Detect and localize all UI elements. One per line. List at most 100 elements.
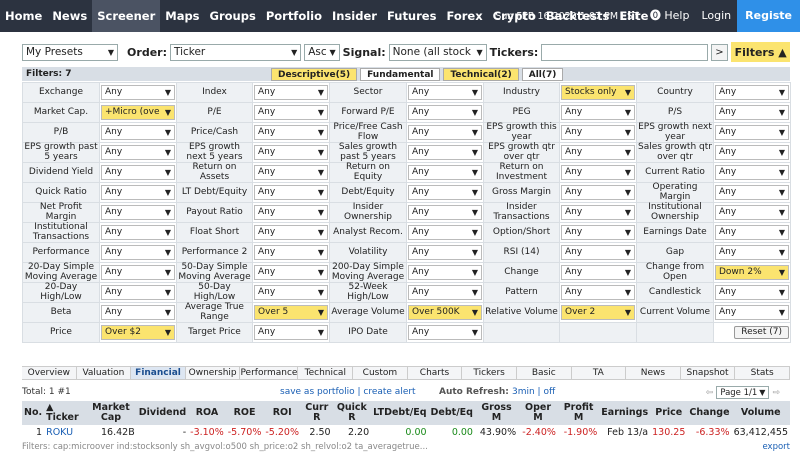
view-tab-ownership[interactable]: Ownership	[186, 367, 241, 379]
filter-select[interactable]: Any ▼	[254, 245, 328, 260]
filter-select[interactable]: Any ▼	[101, 185, 175, 200]
filter-select[interactable]: Any ▼	[408, 185, 482, 200]
filter-select[interactable]: Any ▼	[254, 265, 328, 280]
login-link[interactable]: Login	[695, 0, 737, 32]
filter-select[interactable]: Any ▼	[715, 165, 789, 180]
column-header[interactable]: Curr R	[300, 401, 333, 425]
column-header[interactable]: LTDebt/Eq	[371, 401, 429, 425]
filter-select[interactable]: Any ▼	[561, 105, 635, 120]
filter-select[interactable]: Any ▼	[254, 85, 328, 100]
nav-item-portfolio[interactable]: Portfolio	[261, 0, 327, 32]
filter-select[interactable]: Any ▼	[254, 285, 328, 300]
filter-select[interactable]: Any ▼	[715, 145, 789, 160]
filter-select[interactable]: Any ▼	[715, 285, 789, 300]
filter-select[interactable]: Any ▼	[561, 265, 635, 280]
signal-select[interactable]: None (all stock ▼	[388, 43, 487, 61]
view-tab-custom[interactable]: Custom	[353, 367, 408, 379]
column-header[interactable]: ROE	[225, 401, 264, 425]
tickers-go-button[interactable]: >	[710, 43, 729, 61]
column-header[interactable]: Oper M	[518, 401, 558, 425]
filter-select[interactable]: Any ▼	[715, 185, 789, 200]
filter-select[interactable]: Any ▼	[101, 245, 175, 260]
column-header[interactable]: Quick R	[332, 401, 372, 425]
filter-select[interactable]: Any ▼	[101, 285, 175, 300]
filter-select[interactable]: Any ▼	[561, 285, 635, 300]
register-link[interactable]: Registe	[737, 0, 800, 32]
filter-select[interactable]: Any ▼	[561, 145, 635, 160]
reset-button[interactable]: Reset (7)	[734, 325, 789, 340]
order-select[interactable]: Ticker ▼	[169, 43, 302, 61]
view-tab-snapshot[interactable]: Snapshot	[681, 367, 736, 379]
filter-select[interactable]: Any ▼	[408, 205, 482, 220]
filter-select[interactable]: Any ▼	[408, 225, 482, 240]
auto-refresh-options[interactable]: 3min | off	[512, 387, 555, 397]
filter-select[interactable]: Any ▼	[408, 125, 482, 140]
save-alert-links[interactable]: save as portfolio | create alert	[280, 387, 416, 397]
filter-select[interactable]: Any ▼	[408, 265, 482, 280]
nav-item-forex[interactable]: Forex	[441, 0, 487, 32]
filter-select[interactable]: Over 5 ▼	[254, 305, 328, 320]
filter-select[interactable]: Any ▼	[408, 285, 482, 300]
tickers-input[interactable]	[541, 43, 708, 61]
filter-select[interactable]: Down 2% ▼	[715, 265, 789, 280]
view-tab-news[interactable]: News	[626, 367, 681, 379]
view-tab-tickers[interactable]: Tickers	[462, 367, 517, 379]
filter-tab-0[interactable]: Descriptive(5)	[271, 67, 358, 81]
filter-select[interactable]: Any ▼	[101, 145, 175, 160]
filter-select[interactable]: Any ▼	[561, 225, 635, 240]
filters-toggle-button[interactable]: Filters ▲	[731, 42, 791, 62]
filter-select[interactable]: Any ▼	[254, 125, 328, 140]
filter-select[interactable]: Any ▼	[101, 165, 175, 180]
table-row[interactable]: 1 ROKU 16.42B - -3.10% -5.70% -5.20% 2.50 2.20 0.…	[22, 425, 790, 439]
nav-item-groups[interactable]: Groups	[205, 0, 261, 32]
filter-select[interactable]: Any ▼	[561, 205, 635, 220]
filter-select[interactable]: Any ▼	[101, 305, 175, 320]
filter-select[interactable]: Any ▼	[408, 165, 482, 180]
filter-select[interactable]: Stocks only ▼	[561, 85, 635, 100]
view-tab-technical[interactable]: Technical	[298, 367, 354, 379]
filter-select[interactable]: Any ▼	[408, 145, 482, 160]
filter-select[interactable]: Any ▼	[254, 225, 328, 240]
column-header[interactable]: ▲ Ticker	[44, 401, 86, 425]
column-header[interactable]: Price	[650, 401, 688, 425]
view-tab-basic[interactable]: Basic	[517, 367, 572, 379]
filter-select[interactable]: Any ▼	[101, 225, 175, 240]
filter-select[interactable]: Any ▼	[561, 245, 635, 260]
nav-item-maps[interactable]: Maps	[160, 0, 204, 32]
nav-item-screener[interactable]: Screener	[92, 0, 161, 32]
filter-tab-2[interactable]: Technical(2)	[443, 67, 519, 81]
help-link[interactable]: ⓿ Help	[644, 0, 696, 32]
column-header[interactable]: Debt/Eq	[428, 401, 475, 425]
view-tab-financial[interactable]: Financial	[131, 367, 186, 379]
table-cell[interactable]: ROKU	[44, 425, 85, 439]
column-header[interactable]: Change	[687, 401, 732, 425]
column-header[interactable]: Gross M	[474, 401, 519, 425]
view-tab-valuation[interactable]: Valuation	[77, 367, 132, 379]
column-header[interactable]: Market Cap	[85, 401, 137, 425]
filter-select[interactable]: Any ▼	[101, 85, 175, 100]
filter-select[interactable]: Any ▼	[561, 165, 635, 180]
filter-select[interactable]: Any ▼	[408, 245, 482, 260]
filter-tab-1[interactable]: Fundamental	[360, 67, 441, 81]
filter-select[interactable]: Any ▼	[254, 145, 328, 160]
filter-select[interactable]: Over 2 ▼	[561, 305, 635, 320]
column-header[interactable]: ROI	[263, 401, 301, 425]
filter-tab-3[interactable]: All(7)	[521, 67, 564, 81]
filter-select[interactable]: Any ▼	[254, 105, 328, 120]
view-tab-overview[interactable]: Overview	[22, 367, 77, 379]
filter-select[interactable]: Any ▼	[715, 85, 789, 100]
page-select[interactable]: Page 1/1 ▼	[716, 386, 770, 399]
column-header[interactable]: Earnings	[599, 401, 651, 425]
filter-select[interactable]: Any ▼	[715, 105, 789, 120]
column-header[interactable]: Dividend	[136, 401, 189, 425]
filter-select[interactable]: Any ▼	[715, 225, 789, 240]
column-header[interactable]: ROA	[188, 401, 226, 425]
presets-select[interactable]: My Presets ▼	[22, 43, 119, 61]
filter-select[interactable]: Over 500K ▼	[408, 305, 482, 320]
column-header[interactable]: Profit M	[557, 401, 600, 425]
filter-select[interactable]: Any ▼	[254, 165, 328, 180]
filter-select[interactable]: Any ▼	[715, 125, 789, 140]
view-tab-ta[interactable]: TA	[572, 367, 627, 379]
direction-select[interactable]: Asc ▼	[304, 43, 340, 61]
next-page-icon[interactable]: ⇨	[772, 388, 780, 398]
